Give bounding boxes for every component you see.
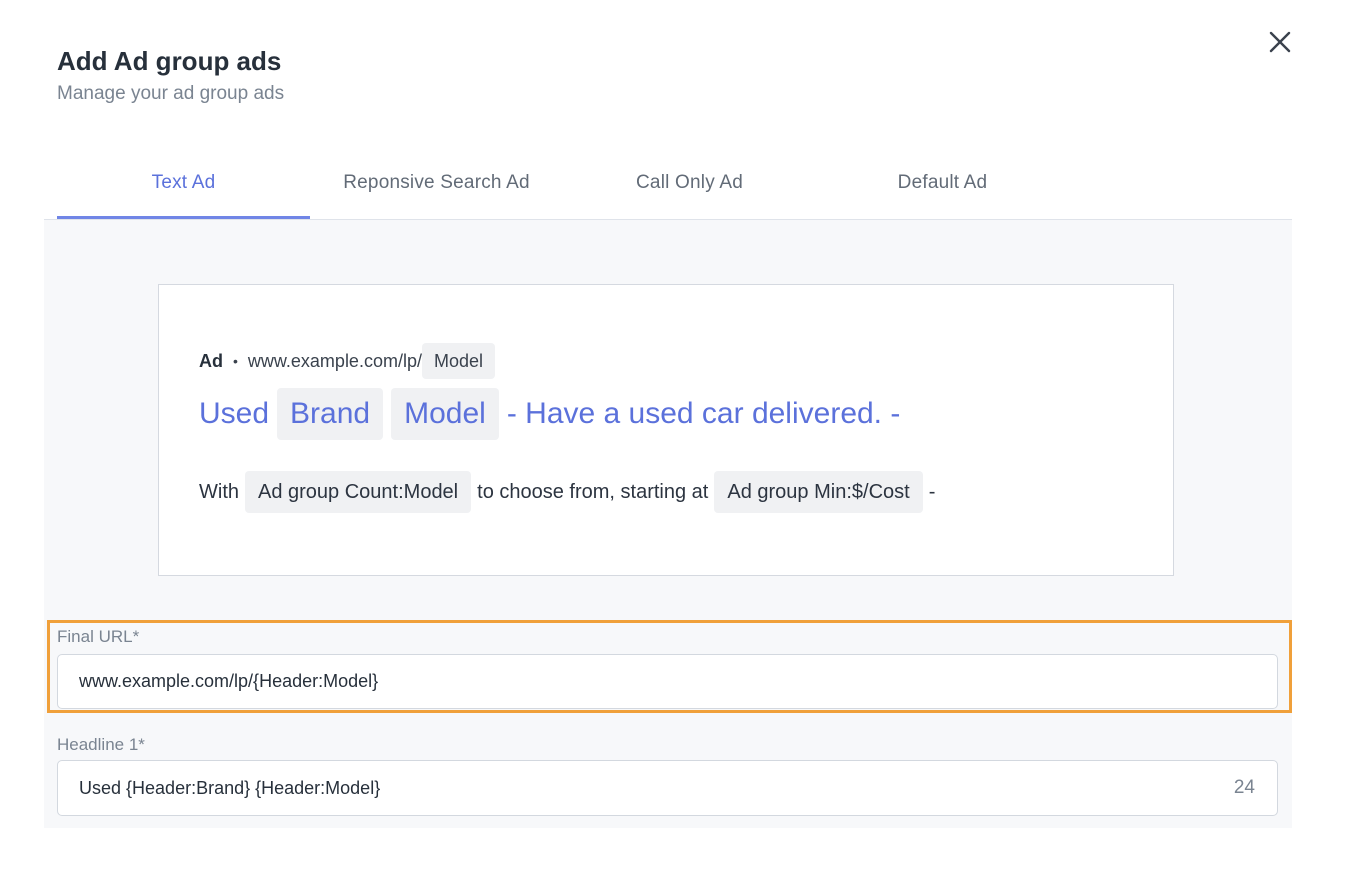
headline-model-chip: Model	[391, 388, 499, 440]
headline-1-value: Used {Header:Brand} {Header:Model}	[79, 777, 381, 798]
final-url-highlight	[47, 620, 1292, 713]
desc-cost-chip: Ad group Min:$/Cost	[714, 471, 923, 513]
close-icon	[1269, 31, 1291, 53]
ad-preview-card: Ad • www.example.com/lp/ Model Used Bran…	[158, 284, 1174, 576]
headline-1-input[interactable]: Used {Header:Brand} {Header:Model} 24	[57, 760, 1278, 816]
ad-type-tabs: Text Ad Reponsive Search Ad Call Only Ad…	[44, 150, 1292, 220]
preview-description: With Ad group Count:Model to choose from…	[199, 471, 935, 513]
active-tab-indicator	[57, 216, 310, 219]
headline-prefix: Used	[199, 397, 270, 430]
desc-middle: to choose from, starting at	[477, 480, 709, 503]
desc-count-chip: Ad group Count:Model	[245, 471, 472, 513]
headline-1-label: Headline 1*	[57, 735, 145, 754]
tab-call-only-ad[interactable]: Call Only Ad	[563, 150, 816, 216]
separator-dot: •	[233, 353, 238, 369]
ad-label: Ad	[199, 350, 223, 371]
headline-brand-chip: Brand	[277, 388, 384, 440]
close-button[interactable]	[1266, 28, 1294, 56]
tab-responsive-search-ad[interactable]: Reponsive Search Ad	[310, 150, 563, 216]
headline-1-char-count: 24	[1233, 777, 1255, 798]
tab-default-ad[interactable]: Default Ad	[816, 150, 1069, 216]
desc-prefix: With	[199, 480, 239, 503]
headline-suffix: - Have a used car delivered. -	[506, 397, 901, 430]
preview-display-url: Ad • www.example.com/lp/ Model	[199, 343, 495, 379]
dialog-title: Add Ad group ads	[57, 46, 282, 76]
desc-suffix: -	[928, 480, 936, 503]
preview-headline: Used Brand Model - Have a used car deliv…	[199, 388, 900, 440]
dialog-subtitle: Manage your ad group ads	[57, 83, 285, 104]
url-variable-chip: Model	[421, 343, 495, 379]
url-prefix: www.example.com/lp/	[247, 350, 422, 371]
tab-text-ad[interactable]: Text Ad	[57, 150, 310, 216]
